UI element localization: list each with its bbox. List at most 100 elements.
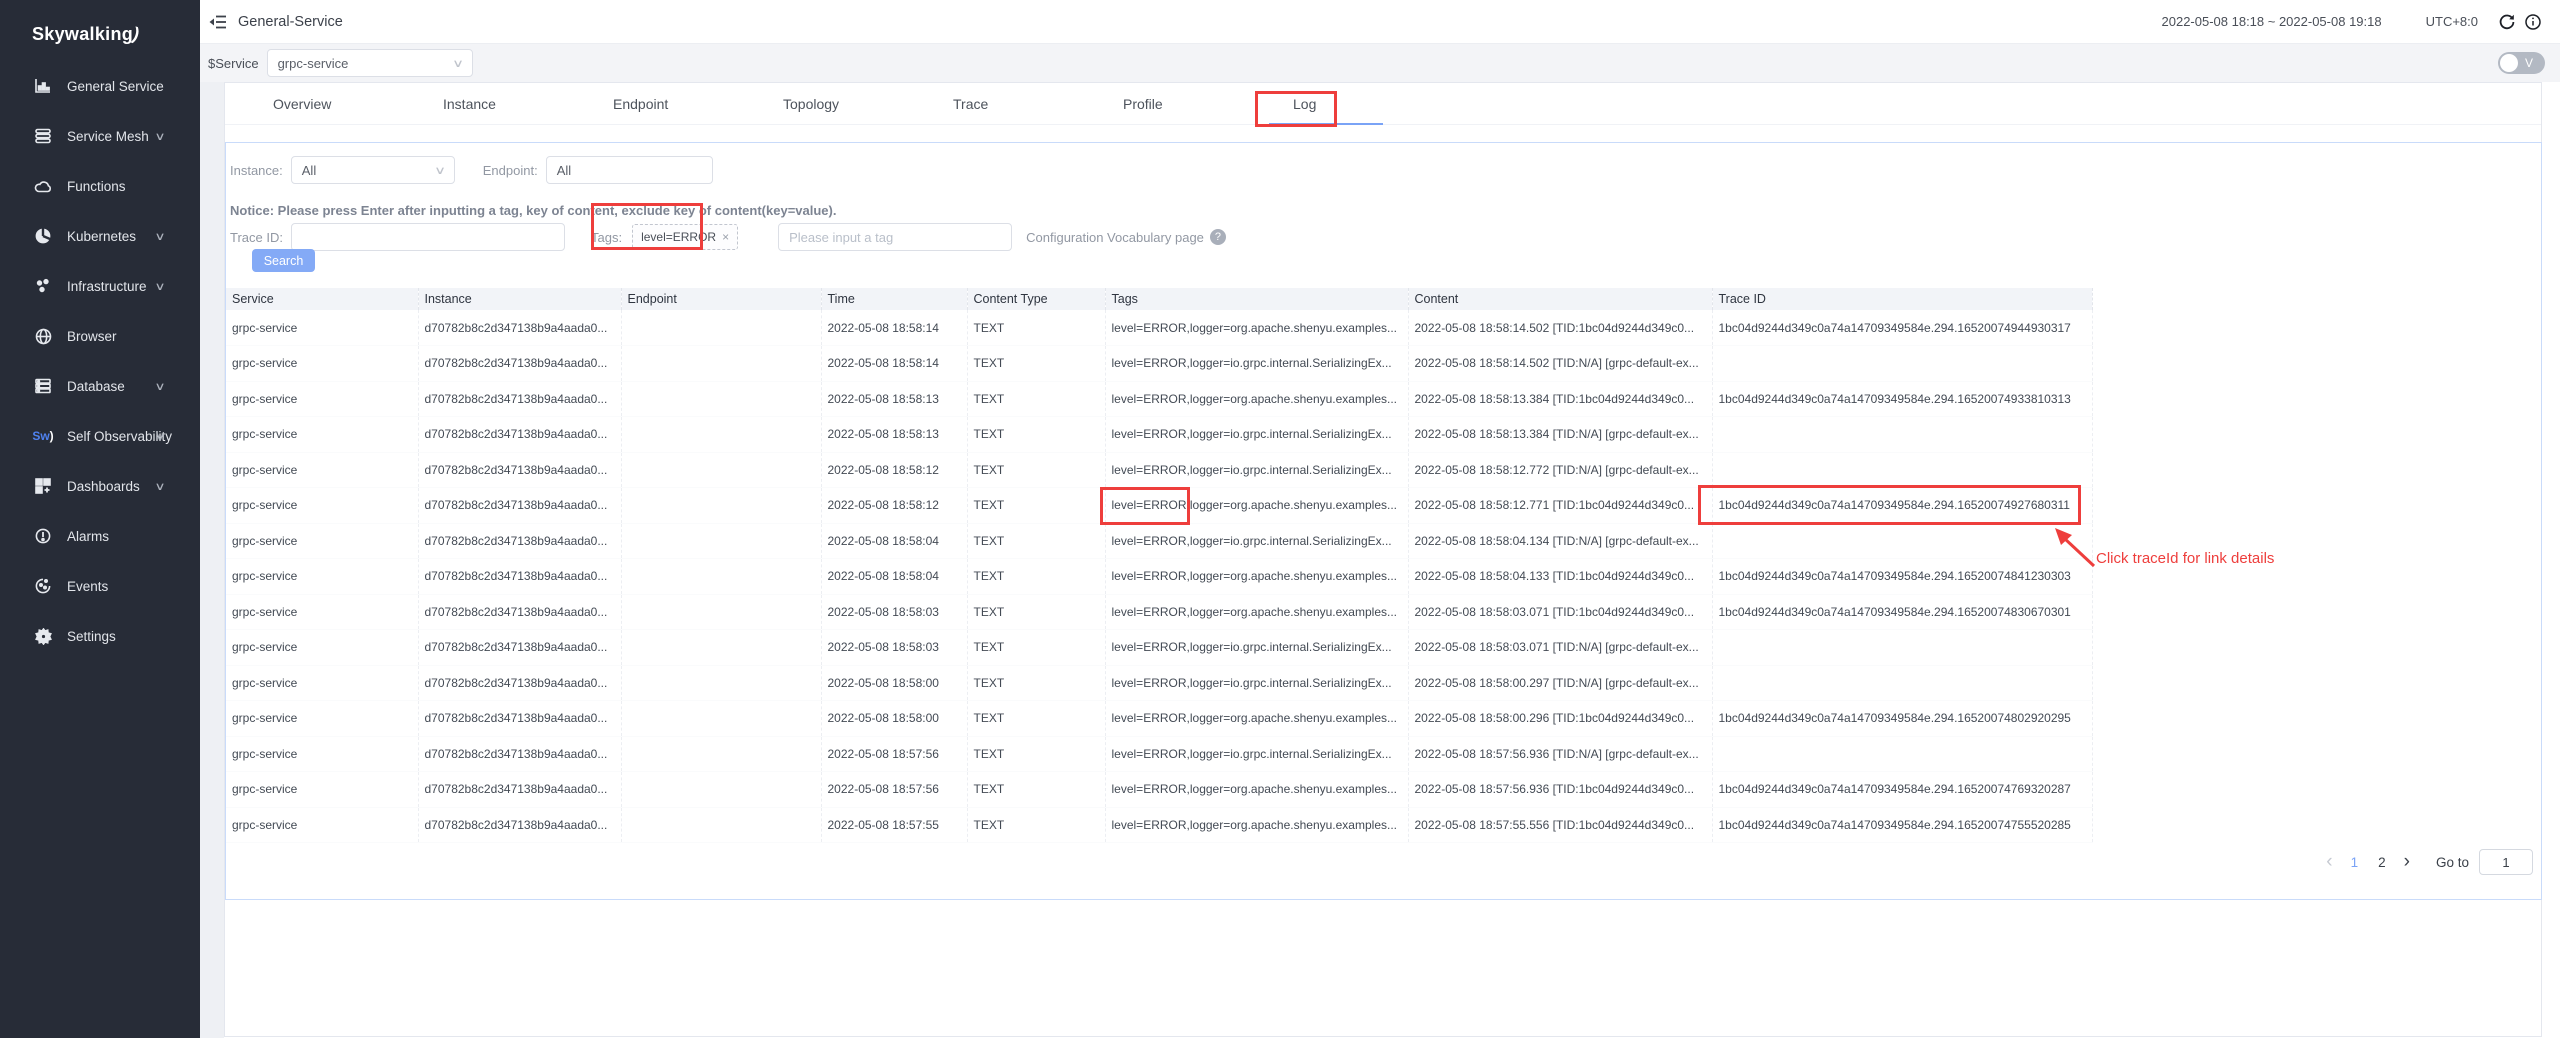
search-button[interactable]: Search xyxy=(252,249,315,272)
filter-row-1: Instance: All ∨ Endpoint: All xyxy=(230,156,713,184)
sidebar-item-events[interactable]: Events xyxy=(0,561,200,611)
cell-instance: d70782b8c2d347138b9a4aada0... xyxy=(418,310,621,346)
time-range-picker[interactable]: 2022-05-08 18:18 ~ 2022-05-08 19:18 xyxy=(2162,14,2382,29)
tag-input[interactable]: Please input a tag xyxy=(778,223,1012,251)
service-select[interactable]: grpc-service ∨ xyxy=(267,49,473,77)
table-row[interactable]: grpc-serviced70782b8c2d347138b9a4aada0..… xyxy=(226,452,2092,488)
cell-time: 2022-05-08 18:57:55 xyxy=(821,807,967,843)
version-toggle[interactable]: V xyxy=(2498,52,2545,74)
cell-trace-id[interactable]: 1bc04d9244d349c0a74a14709349584e.294.165… xyxy=(1712,594,2092,630)
table-row[interactable]: grpc-serviced70782b8c2d347138b9a4aada0..… xyxy=(226,310,2092,346)
menu-fold-icon[interactable] xyxy=(208,13,228,31)
trace-id-input[interactable] xyxy=(291,223,565,251)
top-header: General-Service 2022-05-08 18:18 ~ 2022-… xyxy=(200,0,2560,44)
cell-content: 2022-05-08 18:57:55.556 [TID:1bc04d9244d… xyxy=(1408,807,1712,843)
cell-content: 2022-05-08 18:58:13.384 [TID:N/A] [grpc-… xyxy=(1408,417,1712,453)
cell-trace-id[interactable]: 1bc04d9244d349c0a74a14709349584e.294.165… xyxy=(1712,488,2092,524)
table-row[interactable]: grpc-serviced70782b8c2d347138b9a4aada0..… xyxy=(226,523,2092,559)
cell-service: grpc-service xyxy=(226,381,418,417)
endpoint-input[interactable]: All xyxy=(546,156,713,184)
cell-tags: level=ERROR,logger=org.apache.shenyu.exa… xyxy=(1105,807,1408,843)
cell-time: 2022-05-08 18:58:14 xyxy=(821,346,967,382)
cell-content: 2022-05-08 18:58:04.133 [TID:1bc04d9244d… xyxy=(1408,559,1712,595)
info-icon[interactable] xyxy=(2524,13,2542,31)
page-number-2[interactable]: 2 xyxy=(2368,855,2396,870)
table-row[interactable]: grpc-serviced70782b8c2d347138b9a4aada0..… xyxy=(226,381,2092,417)
tab-overview[interactable]: Overview xyxy=(273,83,443,124)
table-row[interactable]: grpc-serviced70782b8c2d347138b9a4aada0..… xyxy=(226,488,2092,524)
cell-time: 2022-05-08 18:58:00 xyxy=(821,701,967,737)
cell-tags: level=ERROR,logger=org.apache.shenyu.exa… xyxy=(1105,310,1408,346)
table-row[interactable]: grpc-serviced70782b8c2d347138b9a4aada0..… xyxy=(226,701,2092,737)
chart-icon xyxy=(33,77,53,95)
sidebar-item-general-service[interactable]: General Service xyxy=(0,61,200,111)
sidebar-item-label: Infrastructure xyxy=(67,279,147,294)
tab-trace[interactable]: Trace xyxy=(953,83,1123,124)
instance-select[interactable]: All ∨ xyxy=(291,156,455,184)
sidebar-item-database[interactable]: Database∨ xyxy=(0,361,200,411)
cell-tags: level=ERROR,logger=org.apache.shenyu.exa… xyxy=(1105,488,1408,524)
goto-page-input[interactable] xyxy=(2479,849,2533,875)
help-icon[interactable]: ? xyxy=(1210,229,1226,245)
main-area: General-Service 2022-05-08 18:18 ~ 2022-… xyxy=(200,0,2560,1038)
table-row[interactable]: grpc-serviced70782b8c2d347138b9a4aada0..… xyxy=(226,559,2092,595)
sidebar-menu: General ServiceService Mesh∨FunctionsKub… xyxy=(0,61,200,661)
tab-instance[interactable]: Instance xyxy=(443,83,613,124)
sidebar-item-alarms[interactable]: Alarms xyxy=(0,511,200,561)
sidebar-item-settings[interactable]: Settings xyxy=(0,611,200,661)
table-row[interactable]: grpc-serviced70782b8c2d347138b9a4aada0..… xyxy=(226,630,2092,666)
cell-trace-id[interactable]: 1bc04d9244d349c0a74a14709349584e.294.165… xyxy=(1712,381,2092,417)
cell-content: 2022-05-08 18:58:14.502 [TID:N/A] [grpc-… xyxy=(1408,346,1712,382)
chevron-down-icon: ∨ xyxy=(154,130,165,143)
cell-trace-id[interactable]: 1bc04d9244d349c0a74a14709349584e.294.165… xyxy=(1712,559,2092,595)
sidebar-item-functions[interactable]: Functions xyxy=(0,161,200,211)
cell-content: 2022-05-08 18:57:56.936 [TID:N/A] [grpc-… xyxy=(1408,736,1712,772)
column-header-tags: Tags xyxy=(1105,288,1408,310)
cell-trace-id xyxy=(1712,346,2092,382)
column-header-trace-id: Trace ID xyxy=(1712,288,2092,310)
sidebar-item-dashboards[interactable]: Dashboards∨ xyxy=(0,461,200,511)
tab-profile[interactable]: Profile xyxy=(1123,83,1293,124)
sidebar-item-infrastructure[interactable]: Infrastructure∨ xyxy=(0,261,200,311)
sidebar-item-service-mesh[interactable]: Service Mesh∨ xyxy=(0,111,200,161)
cell-trace-id[interactable]: 1bc04d9244d349c0a74a14709349584e.294.165… xyxy=(1712,807,2092,843)
tag-chip-level-error[interactable]: level=ERROR × xyxy=(632,224,738,250)
cell-content: 2022-05-08 18:58:00.297 [TID:N/A] [grpc-… xyxy=(1408,665,1712,701)
cell-tags: level=ERROR,logger=io.grpc.internal.Seri… xyxy=(1105,417,1408,453)
log-panel: Instance: All ∨ Endpoint: All Notice: Pl… xyxy=(225,142,2542,900)
table-row[interactable]: grpc-serviced70782b8c2d347138b9a4aada0..… xyxy=(226,417,2092,453)
refresh-icon[interactable] xyxy=(2498,13,2516,31)
cell-trace-id[interactable]: 1bc04d9244d349c0a74a14709349584e.294.165… xyxy=(1712,772,2092,808)
table-row[interactable]: grpc-serviced70782b8c2d347138b9a4aada0..… xyxy=(226,807,2092,843)
sidebar-item-label: Alarms xyxy=(67,529,109,544)
cell-tags: level=ERROR,logger=org.apache.shenyu.exa… xyxy=(1105,381,1408,417)
sidebar-item-self-observability[interactable]: Sw)Self Observability∨ xyxy=(0,411,200,461)
cell-content: 2022-05-08 18:58:12.771 [TID:1bc04d9244d… xyxy=(1408,488,1712,524)
page-number-1[interactable]: 1 xyxy=(2341,855,2369,870)
tab-endpoint[interactable]: Endpoint xyxy=(613,83,783,124)
toggle-label: V xyxy=(2525,56,2533,70)
table-row[interactable]: grpc-serviced70782b8c2d347138b9a4aada0..… xyxy=(226,346,2092,382)
remove-tag-icon[interactable]: × xyxy=(722,230,729,244)
globe-icon xyxy=(33,327,53,345)
log-table: ServiceInstanceEndpointTimeContent TypeT… xyxy=(226,288,2093,843)
prev-page-icon[interactable]: ‹ xyxy=(2318,851,2340,873)
tab-topology[interactable]: Topology xyxy=(783,83,953,124)
vocabulary-page-link[interactable]: Configuration Vocabulary page xyxy=(1026,230,1204,245)
table-row[interactable]: grpc-serviced70782b8c2d347138b9a4aada0..… xyxy=(226,772,2092,808)
chevron-down-icon: ∨ xyxy=(154,480,165,493)
tab-log[interactable]: Log xyxy=(1293,83,1463,124)
cell-content-type: TEXT xyxy=(967,665,1105,701)
cell-trace-id[interactable]: 1bc04d9244d349c0a74a14709349584e.294.165… xyxy=(1712,701,2092,737)
cell-content-type: TEXT xyxy=(967,346,1105,382)
cell-tags: level=ERROR,logger=io.grpc.internal.Seri… xyxy=(1105,523,1408,559)
annotation-arrow-icon xyxy=(2050,526,2098,570)
table-row[interactable]: grpc-serviced70782b8c2d347138b9a4aada0..… xyxy=(226,736,2092,772)
table-row[interactable]: grpc-serviced70782b8c2d347138b9a4aada0..… xyxy=(226,594,2092,630)
table-row[interactable]: grpc-serviced70782b8c2d347138b9a4aada0..… xyxy=(226,665,2092,701)
cell-trace-id[interactable]: 1bc04d9244d349c0a74a14709349584e.294.165… xyxy=(1712,310,2092,346)
next-page-icon[interactable]: › xyxy=(2396,851,2418,873)
cell-time: 2022-05-08 18:57:56 xyxy=(821,772,967,808)
sidebar-item-kubernetes[interactable]: Kubernetes∨ xyxy=(0,211,200,261)
sidebar-item-browser[interactable]: Browser xyxy=(0,311,200,361)
